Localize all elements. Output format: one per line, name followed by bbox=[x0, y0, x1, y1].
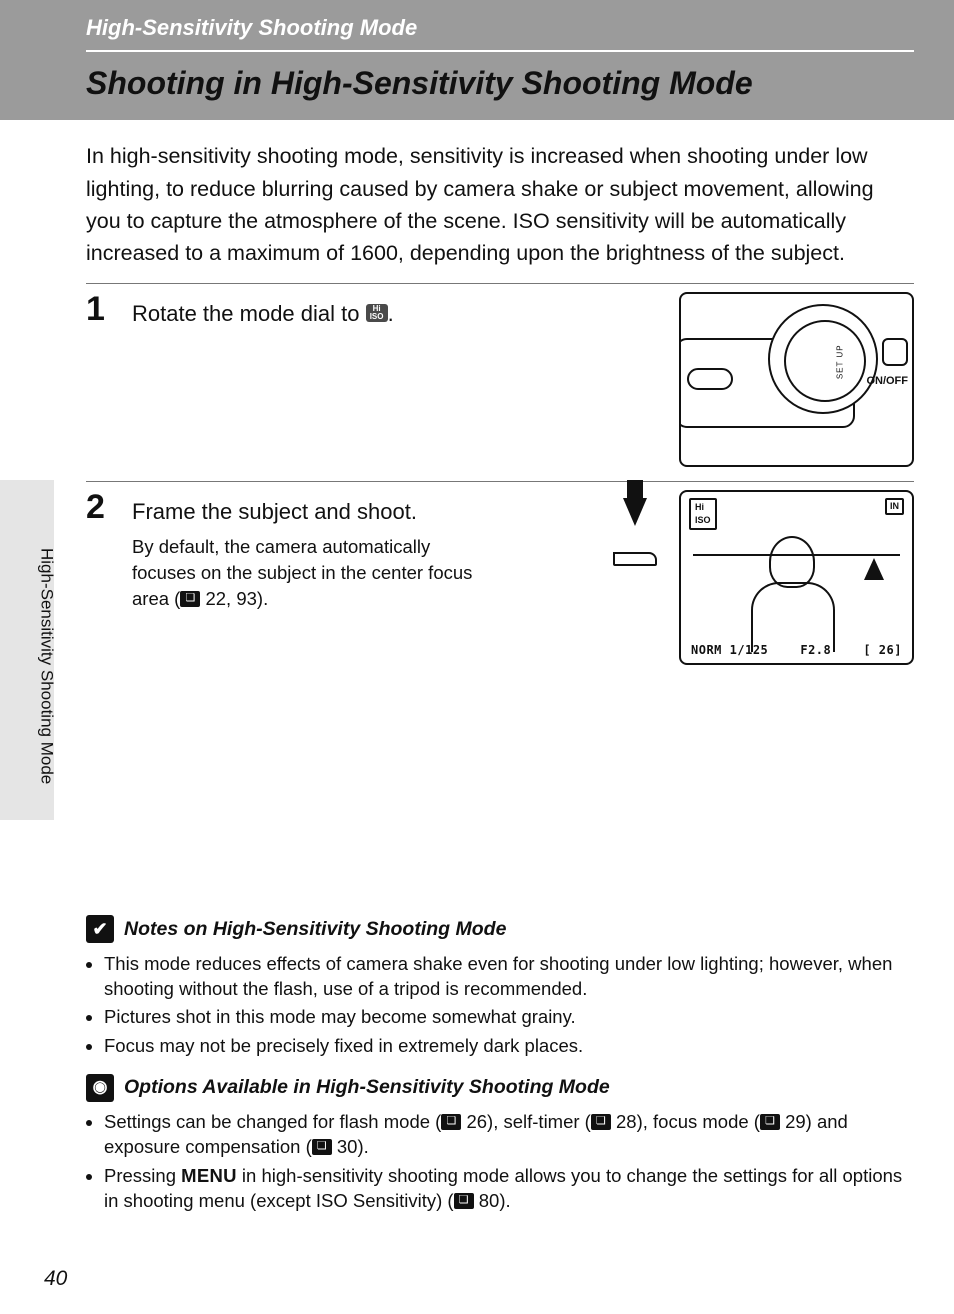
tip-icon: ◉ bbox=[86, 1074, 114, 1102]
in-badge: IN bbox=[885, 498, 904, 515]
page-number: 40 bbox=[44, 1264, 67, 1294]
page-ref-icon: ❏ bbox=[591, 1114, 611, 1130]
page-ref-icon: ❏ bbox=[454, 1193, 474, 1209]
notes-section: ✔ Notes on High-Sensitivity Shooting Mod… bbox=[86, 915, 914, 1213]
step-2-desc: By default, the camera automatically foc… bbox=[132, 534, 492, 612]
text: ). bbox=[257, 588, 268, 609]
notes-title: Notes on High-Sensitivity Shooting Mode bbox=[124, 915, 506, 943]
options-list: Settings can be changed for flash mode (… bbox=[104, 1110, 914, 1214]
note-item: Pictures shot in this mode may become so… bbox=[104, 1005, 914, 1030]
menu-label: MENU bbox=[181, 1165, 237, 1186]
text: 22, 93 bbox=[200, 588, 257, 609]
step-number: 2 bbox=[86, 490, 114, 524]
side-section-label: High-Sensitivity Shooting Mode bbox=[34, 548, 59, 784]
divider bbox=[86, 283, 914, 284]
options-title: Options Available in High-Sensitivity Sh… bbox=[124, 1073, 610, 1101]
step-1-title: Rotate the mode dial to HiISO. bbox=[132, 298, 661, 330]
onoff-label: ON/OFF bbox=[866, 374, 908, 390]
notes-list: This mode reduces effects of camera shak… bbox=[104, 952, 914, 1060]
note-item: Focus may not be precisely fixed in extr… bbox=[104, 1034, 914, 1059]
check-icon: ✔ bbox=[86, 915, 114, 943]
header-band: High-Sensitivity Shooting Mode Shooting … bbox=[0, 0, 954, 120]
text: . bbox=[388, 301, 394, 326]
page-ref-icon: ❏ bbox=[441, 1114, 461, 1130]
mode-dial-illustration: SET UP ON/OFF bbox=[679, 292, 914, 467]
lcd-readout: NORM 1/125 F2.8 [ 26] bbox=[681, 642, 912, 659]
hi-iso-icon: HiISO bbox=[366, 304, 388, 322]
text: Rotate the mode dial to bbox=[132, 301, 366, 326]
setup-label: SET UP bbox=[835, 345, 847, 380]
lcd-preview-illustration: HiISO IN NORM 1/125 F2.8 [ 26] bbox=[679, 490, 914, 665]
page-title: Shooting in High-Sensitivity Shooting Mo… bbox=[86, 60, 954, 106]
step-2-title: Frame the subject and shoot. bbox=[132, 496, 587, 528]
step-2: 2 Frame the subject and shoot. By defaul… bbox=[86, 490, 914, 665]
note-item: This mode reduces effects of camera shak… bbox=[104, 952, 914, 1002]
page-ref-icon: ❏ bbox=[760, 1114, 780, 1130]
arrow-down-icon bbox=[623, 498, 647, 526]
section-title: High-Sensitivity Shooting Mode bbox=[86, 12, 914, 52]
press-shutter-illustration bbox=[605, 490, 665, 665]
page-ref-icon: ❏ bbox=[312, 1139, 332, 1155]
power-button-icon bbox=[882, 338, 908, 366]
step-number: 1 bbox=[86, 292, 114, 326]
hi-iso-badge: HiISO bbox=[689, 498, 717, 530]
option-item: Pressing MENU in high-sensitivity shooti… bbox=[104, 1164, 914, 1214]
option-item: Settings can be changed for flash mode (… bbox=[104, 1110, 914, 1160]
notes-heading: ✔ Notes on High-Sensitivity Shooting Mod… bbox=[86, 915, 914, 943]
divider bbox=[86, 481, 914, 482]
options-heading: ◉ Options Available in High-Sensitivity … bbox=[86, 1073, 914, 1101]
step-1: 1 Rotate the mode dial to HiISO. SET UP … bbox=[86, 292, 914, 467]
page-ref-icon: ❏ bbox=[180, 591, 200, 607]
intro-paragraph: In high-sensitivity shooting mode, sensi… bbox=[86, 140, 914, 269]
